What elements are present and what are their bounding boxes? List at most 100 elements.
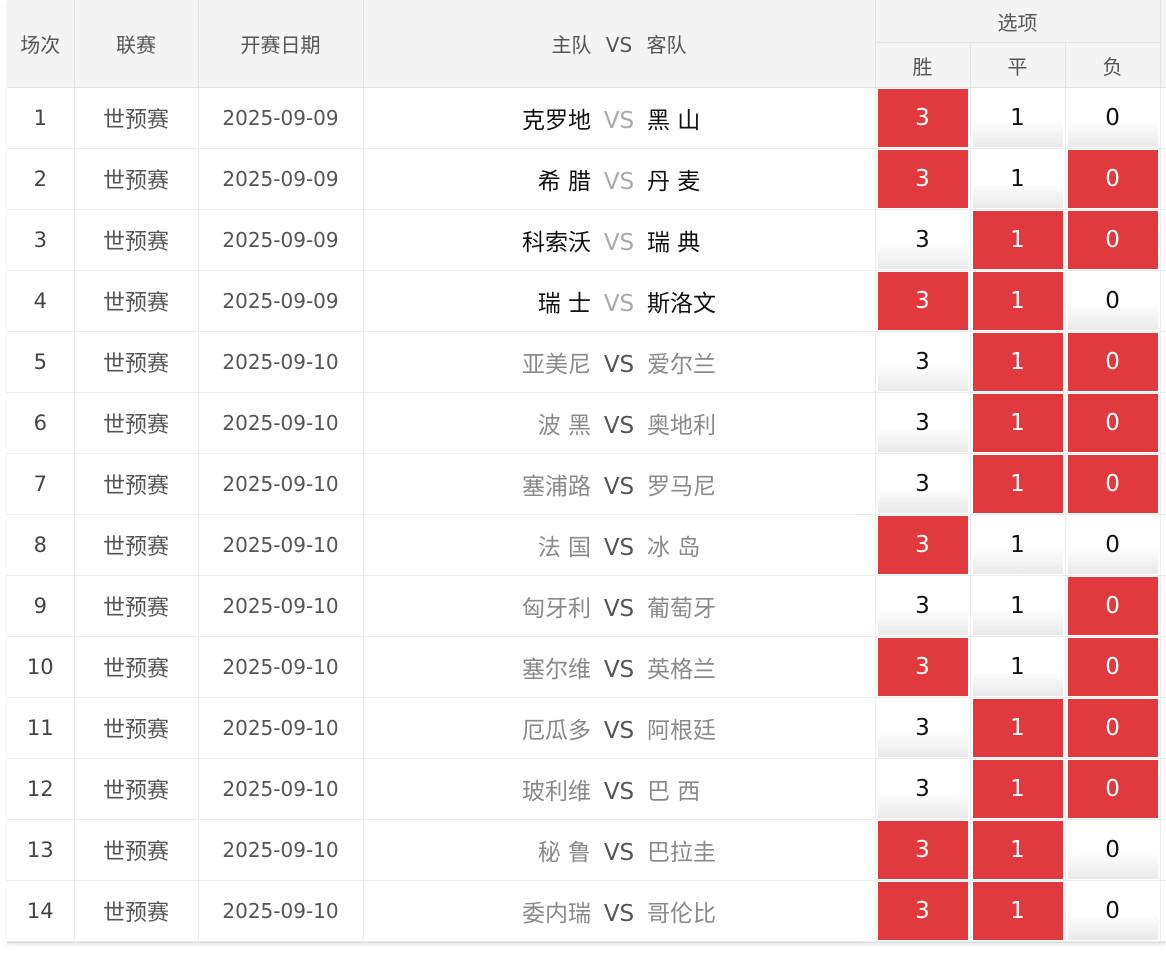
home-team: 瑞 士	[537, 291, 591, 317]
option-loss-button[interactable]: 0	[1067, 760, 1158, 818]
option-win-button[interactable]: 3	[877, 882, 968, 940]
away-team: 罗马尼	[647, 474, 716, 500]
table-row: 2 世预赛 2025-09-09 希 腊 VS 丹 麦 310	[7, 148, 1166, 210]
match-date: 2025-09-10	[198, 392, 364, 454]
option-draw-button[interactable]: 1	[972, 455, 1063, 513]
home-team: 科索沃	[522, 230, 591, 256]
away-team: 哥伦比	[647, 901, 716, 927]
option-loss-cell: 0	[1065, 453, 1161, 515]
option-win-button[interactable]: 3	[877, 150, 968, 208]
option-win-button[interactable]: 3	[877, 821, 968, 879]
option-loss-cell: 0	[1065, 636, 1161, 698]
match-number: 14	[7, 880, 75, 942]
option-win-button[interactable]: 3	[877, 455, 968, 513]
option-loss-button[interactable]: 0	[1067, 638, 1158, 696]
option-loss-button[interactable]: 0	[1067, 89, 1158, 147]
option-draw-button[interactable]: 1	[972, 333, 1063, 391]
option-draw-button[interactable]: 1	[972, 882, 1063, 940]
option-win-button[interactable]: 3	[877, 760, 968, 818]
option-loss-button[interactable]: 0	[1067, 333, 1158, 391]
option-draw-button[interactable]: 1	[972, 150, 1063, 208]
match-number: 13	[7, 819, 75, 881]
option-win-button[interactable]: 3	[877, 394, 968, 452]
option-win-cell: 3	[875, 453, 971, 515]
match-teams: 塞尔维 VS 英格兰	[363, 636, 876, 698]
option-draw-button[interactable]: 1	[972, 211, 1063, 269]
match-date: 2025-09-10	[198, 575, 364, 637]
match-number: 4	[7, 270, 75, 332]
option-loss-button[interactable]: 0	[1067, 577, 1158, 635]
match-number: 7	[7, 453, 75, 515]
option-draw-button[interactable]: 1	[972, 760, 1063, 818]
option-win-button[interactable]: 3	[877, 577, 968, 635]
match-teams: 厄瓜多 VS 阿根廷	[363, 697, 876, 759]
option-win-button[interactable]: 3	[877, 333, 968, 391]
option-loss-button[interactable]: 0	[1067, 516, 1158, 574]
option-draw-button[interactable]: 1	[972, 699, 1063, 757]
option-draw-cell: 1	[970, 514, 1066, 576]
option-draw-button[interactable]: 1	[972, 394, 1063, 452]
match-number: 5	[7, 331, 75, 393]
home-team: 秘 鲁	[537, 840, 591, 866]
header-teams: 主队 VS 客队	[363, 0, 876, 88]
option-win-button[interactable]: 3	[877, 638, 968, 696]
option-draw-button[interactable]: 1	[972, 638, 1063, 696]
home-team: 亚美尼	[522, 352, 591, 378]
option-draw-cell: 1	[970, 758, 1066, 820]
option-win-button[interactable]: 3	[877, 699, 968, 757]
option-loss-button[interactable]: 0	[1067, 394, 1158, 452]
league-name: 世预赛	[74, 636, 199, 698]
match-table: 场次 联赛 开赛日期 主队 VS 客队 选项 胜 平 负 1 世预赛 2025-09…	[7, 0, 1166, 942]
header-home: 主队	[551, 33, 592, 57]
option-draw-cell: 1	[970, 819, 1066, 881]
match-date: 2025-09-10	[198, 758, 364, 820]
option-loss-button[interactable]: 0	[1067, 882, 1158, 940]
header-option-draw: 平	[970, 42, 1066, 88]
league-name: 世预赛	[74, 758, 199, 820]
vs-label: VS	[603, 535, 635, 561]
match-teams: 波 黑 VS 奥地利	[363, 392, 876, 454]
match-number: 3	[7, 209, 75, 271]
header-match-number: 场次	[7, 0, 75, 88]
home-team: 克罗地	[522, 108, 591, 134]
option-draw-button[interactable]: 1	[972, 272, 1063, 330]
match-teams: 克罗地 VS 黑 山	[363, 87, 876, 149]
table-body: 1 世预赛 2025-09-09 克罗地 VS 黑 山 3 1 0 2 世预赛 2025-09-09 希…	[7, 87, 1166, 942]
match-teams: 委内瑞 VS 哥伦比	[363, 880, 876, 942]
option-draw-button[interactable]: 1	[972, 577, 1063, 635]
option-loss-button[interactable]: 0	[1067, 699, 1158, 757]
option-draw-cell: 1	[970, 270, 1066, 332]
option-win-cell: 3	[875, 697, 971, 759]
option-loss-button[interactable]: 0	[1067, 272, 1158, 330]
row-spacer	[1160, 453, 1166, 515]
league-name: 世预赛	[74, 453, 199, 515]
option-draw-button[interactable]: 1	[972, 821, 1063, 879]
home-team: 法 国	[537, 535, 591, 561]
option-win-button[interactable]: 3	[877, 516, 968, 574]
league-name: 世预赛	[74, 575, 199, 637]
option-draw-button[interactable]: 1	[972, 516, 1063, 574]
option-win-cell: 3	[875, 758, 971, 820]
row-spacer	[1160, 514, 1166, 576]
league-name: 世预赛	[74, 880, 199, 942]
table-row: 9 世预赛 2025-09-10 匈牙利 VS 葡萄牙 3 1 0	[7, 575, 1166, 637]
away-team: 巴 西	[647, 779, 701, 805]
row-spacer	[1160, 270, 1166, 332]
option-loss-button[interactable]: 0	[1067, 211, 1158, 269]
option-loss-button[interactable]: 0	[1067, 150, 1158, 208]
option-loss-button[interactable]: 0	[1067, 821, 1158, 879]
option-win-button[interactable]: 3	[877, 211, 968, 269]
option-loss-button[interactable]: 0	[1067, 455, 1158, 513]
option-draw-cell: 1	[970, 87, 1066, 149]
option-win-button[interactable]: 3	[877, 89, 968, 147]
table-row: 13 世预赛 2025-09-10 秘 鲁 VS 巴拉圭 3 1 0	[7, 819, 1166, 881]
option-draw-cell: 1	[970, 209, 1066, 271]
match-number: 10	[7, 636, 75, 698]
match-teams: 亚美尼 VS 爱尔兰	[363, 331, 876, 393]
option-loss-cell: 0	[1065, 819, 1161, 881]
option-loss-cell: 0	[1065, 148, 1161, 210]
header-league: 联赛	[74, 0, 199, 88]
option-draw-button[interactable]: 1	[972, 89, 1063, 147]
away-team: 冰 岛	[647, 535, 701, 561]
option-win-button[interactable]: 3	[877, 272, 968, 330]
